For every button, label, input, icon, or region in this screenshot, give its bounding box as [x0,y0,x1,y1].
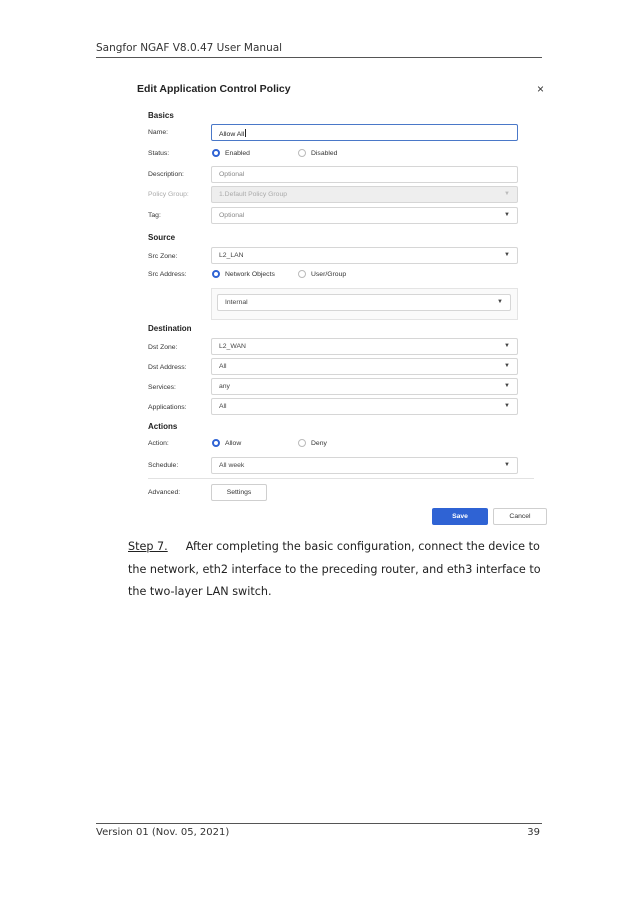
schedule-label: Schedule: [148,462,179,469]
tag-label: Tag: [148,212,161,219]
chevron-down-icon: ▼ [504,383,510,389]
action-allow-radio[interactable]: Allow [212,439,241,447]
action-deny-label: Deny [311,439,327,447]
applications-value: All [219,403,227,410]
radio-unselected-icon [298,439,306,447]
radio-selected-icon [212,270,220,278]
radio-unselected-icon [298,149,306,157]
dst-address-value: All [219,363,227,370]
services-select[interactable]: any ▼ [211,378,518,395]
status-disabled-label: Disabled [311,149,338,157]
chevron-down-icon: ▼ [504,252,510,258]
description-input[interactable]: Optional [211,166,518,183]
action-label: Action: [148,440,169,447]
applications-select[interactable]: All ▼ [211,398,518,415]
src-network-object-select[interactable]: Internal ▼ [217,294,511,311]
tag-placeholder: Optional [219,212,245,219]
settings-button[interactable]: Settings [211,484,267,501]
src-zone-label: Src Zone: [148,253,178,260]
name-label: Name: [148,129,169,136]
src-network-objects-panel: Internal ▼ [211,288,518,320]
divider [148,478,534,479]
chevron-down-icon: ▼ [504,462,510,468]
status-disabled-radio[interactable]: Disabled [298,149,337,157]
cancel-button[interactable]: Cancel [493,508,547,525]
name-value: Allow All [219,131,245,138]
dst-address-label: Dst Address: [148,364,187,371]
section-actions-heading: Actions [148,422,178,431]
section-destination-heading: Destination [148,324,192,333]
section-source-heading: Source [148,233,176,242]
edit-policy-dialog: Edit Application Control Policy × Basics… [128,78,552,528]
src-zone-select[interactable]: L2_LAN ▼ [211,247,518,264]
src-zone-value: L2_LAN [219,252,244,259]
section-basics-heading: Basics [148,111,174,120]
src-user-group-radio[interactable]: User/Group [298,270,346,278]
dst-address-select[interactable]: All ▼ [211,358,518,375]
dst-zone-select[interactable]: L2_WAN ▼ [211,338,518,355]
services-value: any [219,383,230,390]
policy-group-select: 1.Default Policy Group ▼ [211,186,518,203]
chevron-down-icon: ▼ [504,212,510,218]
schedule-value: All week [219,462,245,469]
text-cursor [245,129,247,137]
close-icon[interactable]: × [537,82,544,96]
src-network-objects-label: Network Objects [225,270,275,278]
policy-group-label: Policy Group: [148,191,189,198]
src-network-object-value: Internal [225,299,248,306]
tag-select[interactable]: Optional ▼ [211,207,518,224]
src-network-objects-radio[interactable]: Network Objects [212,270,275,278]
radio-unselected-icon [298,270,306,278]
dst-zone-value: L2_WAN [219,343,246,350]
advanced-label: Advanced: [148,489,181,496]
policy-group-value: 1.Default Policy Group [219,191,288,198]
footer-version: Version 01 (Nov. 05, 2021) [96,827,230,838]
chevron-down-icon: ▼ [504,343,510,349]
dialog-title: Edit Application Control Policy [137,83,291,95]
chevron-down-icon: ▼ [504,363,510,369]
radio-selected-icon [212,439,220,447]
chevron-down-icon: ▼ [497,299,503,305]
page-footer: Version 01 (Nov. 05, 2021) 39 [96,823,542,838]
step-paragraph: Step 7. After completing the basic config… [128,536,542,604]
status-enabled-radio[interactable]: Enabled [212,149,250,157]
applications-label: Applications: [148,404,187,411]
services-label: Services: [148,384,176,391]
chevron-down-icon: ▼ [504,191,510,197]
page-number: 39 [527,827,540,838]
description-label: Description: [148,171,184,178]
page-header: Sangfor NGAF V8.0.47 User Manual [96,42,542,58]
step-number: Step 7. [128,540,168,553]
step-text: After completing the basic configuration… [128,540,541,598]
name-input[interactable]: Allow All [211,124,518,141]
dst-zone-label: Dst Zone: [148,344,178,351]
action-deny-radio[interactable]: Deny [298,439,327,447]
status-enabled-label: Enabled [225,149,250,157]
chevron-down-icon: ▼ [504,403,510,409]
src-address-label: Src Address: [148,271,187,278]
schedule-select[interactable]: All week ▼ [211,457,518,474]
src-user-group-label: User/Group [311,270,347,278]
radio-selected-icon [212,149,220,157]
status-label: Status: [148,150,170,157]
action-allow-label: Allow [225,439,242,447]
save-button[interactable]: Save [432,508,488,525]
